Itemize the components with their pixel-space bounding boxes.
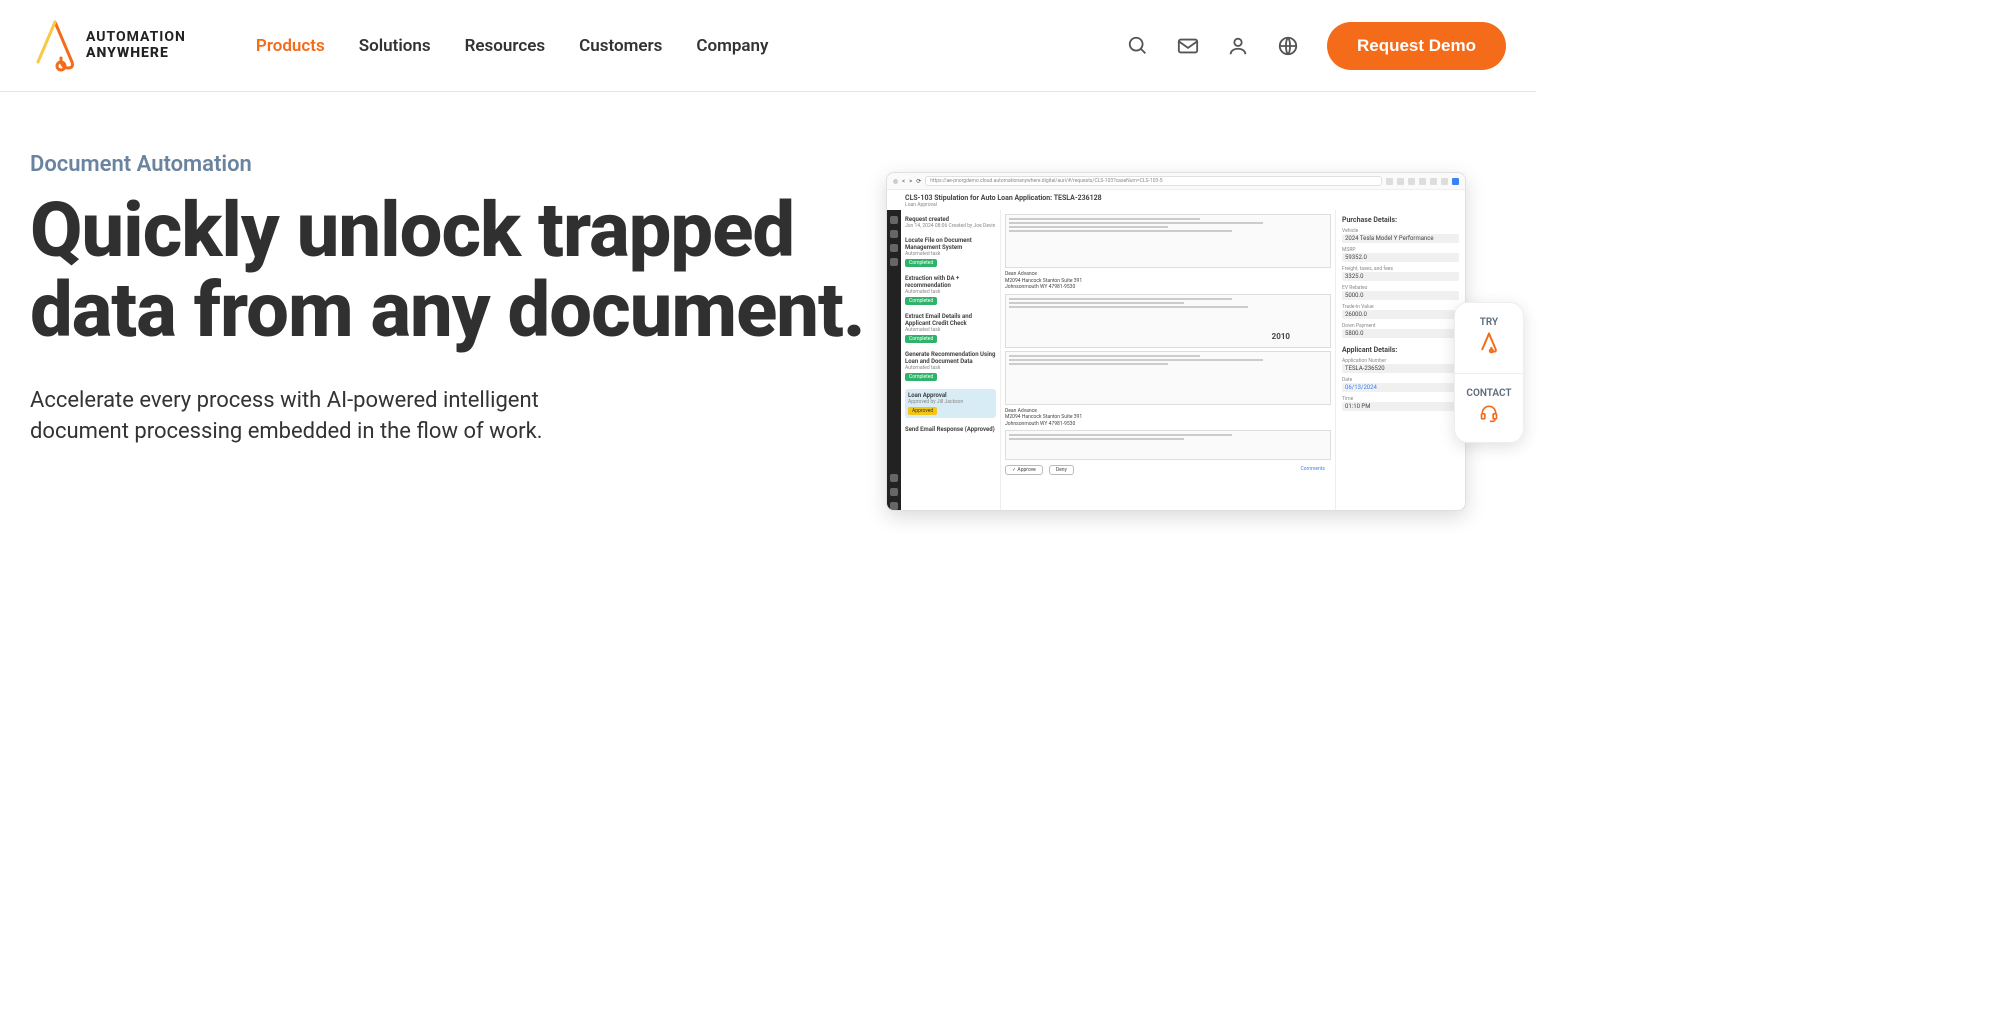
nav-products[interactable]: Products: [256, 36, 325, 56]
hero-subhead: Accelerate every process with AI-powered…: [30, 385, 590, 449]
step-send-email: Send Email Response (Approved): [905, 426, 996, 433]
hero-headline: Quickly unlock trapped data from any doc…: [30, 191, 866, 351]
mail-icon[interactable]: [1177, 35, 1199, 57]
primary-nav: Products Solutions Resources Customers C…: [256, 36, 769, 56]
step-request-created: Request createdJun 14, 2024 08:06 Create…: [905, 216, 996, 229]
app-rail: [887, 210, 901, 510]
step-loan-approval: Loan ApprovalApproved by Jill JacksonApp…: [905, 389, 996, 418]
headset-icon: [1459, 403, 1519, 428]
case-subtitle: Loan Approval: [905, 202, 1459, 208]
document-preview: Dean AdvanceM2094 Hancock Stanton Suite …: [1001, 210, 1335, 510]
logo-mark-small-icon: [1459, 332, 1519, 359]
nav-company[interactable]: Company: [696, 36, 768, 56]
site-header: AUTOMATION ANYWHERE Products Solutions R…: [0, 0, 1536, 92]
step-credit-check: Extract Email Details and Applicant Cred…: [905, 313, 996, 343]
search-icon[interactable]: [1127, 35, 1149, 57]
nav-solutions[interactable]: Solutions: [359, 36, 431, 56]
approve-button[interactable]: ✓ Approve: [1005, 465, 1043, 475]
workflow-steps: Request createdJun 14, 2024 08:06 Create…: [901, 210, 1001, 510]
step-extraction: Extraction with DA + recommendationAutom…: [905, 275, 996, 305]
header-utilities: Request Demo: [1127, 22, 1506, 70]
logo-mark-icon: [30, 18, 80, 74]
deny-button[interactable]: Deny: [1049, 465, 1074, 475]
step-recommendation: Generate Recommendation Using Loan and D…: [905, 351, 996, 381]
nav-resources[interactable]: Resources: [465, 36, 546, 56]
product-screenshot: <>⟳ https://ae-pnorgdemo.cloud.automatio…: [886, 172, 1466, 511]
details-panel: Purchase Details: Vehicle2024 Tesla Mode…: [1335, 210, 1465, 510]
float-contact-button[interactable]: CONTACT: [1455, 373, 1523, 442]
floating-cta: TRY CONTACT: [1454, 302, 1524, 443]
step-locate-file: Locate File on Document Management Syste…: [905, 237, 996, 267]
hero-section: Document Automation Quickly unlock trapp…: [0, 92, 1536, 551]
browser-url: https://ae-pnorgdemo.cloud.automationany…: [925, 176, 1382, 186]
globe-icon[interactable]: [1277, 35, 1299, 57]
float-try-button[interactable]: TRY: [1455, 303, 1523, 373]
browser-chrome: <>⟳ https://ae-pnorgdemo.cloud.automatio…: [887, 173, 1465, 190]
comments-link[interactable]: Comments: [1294, 465, 1331, 475]
user-icon[interactable]: [1227, 35, 1249, 57]
nav-customers[interactable]: Customers: [579, 36, 662, 56]
logo[interactable]: AUTOMATION ANYWHERE: [30, 18, 186, 74]
case-title: CLS-103 Stipulation for Auto Loan Applic…: [905, 194, 1459, 202]
hero-eyebrow: Document Automation: [30, 152, 866, 177]
request-demo-button[interactable]: Request Demo: [1327, 22, 1506, 70]
logo-text: AUTOMATION ANYWHERE: [86, 30, 186, 61]
